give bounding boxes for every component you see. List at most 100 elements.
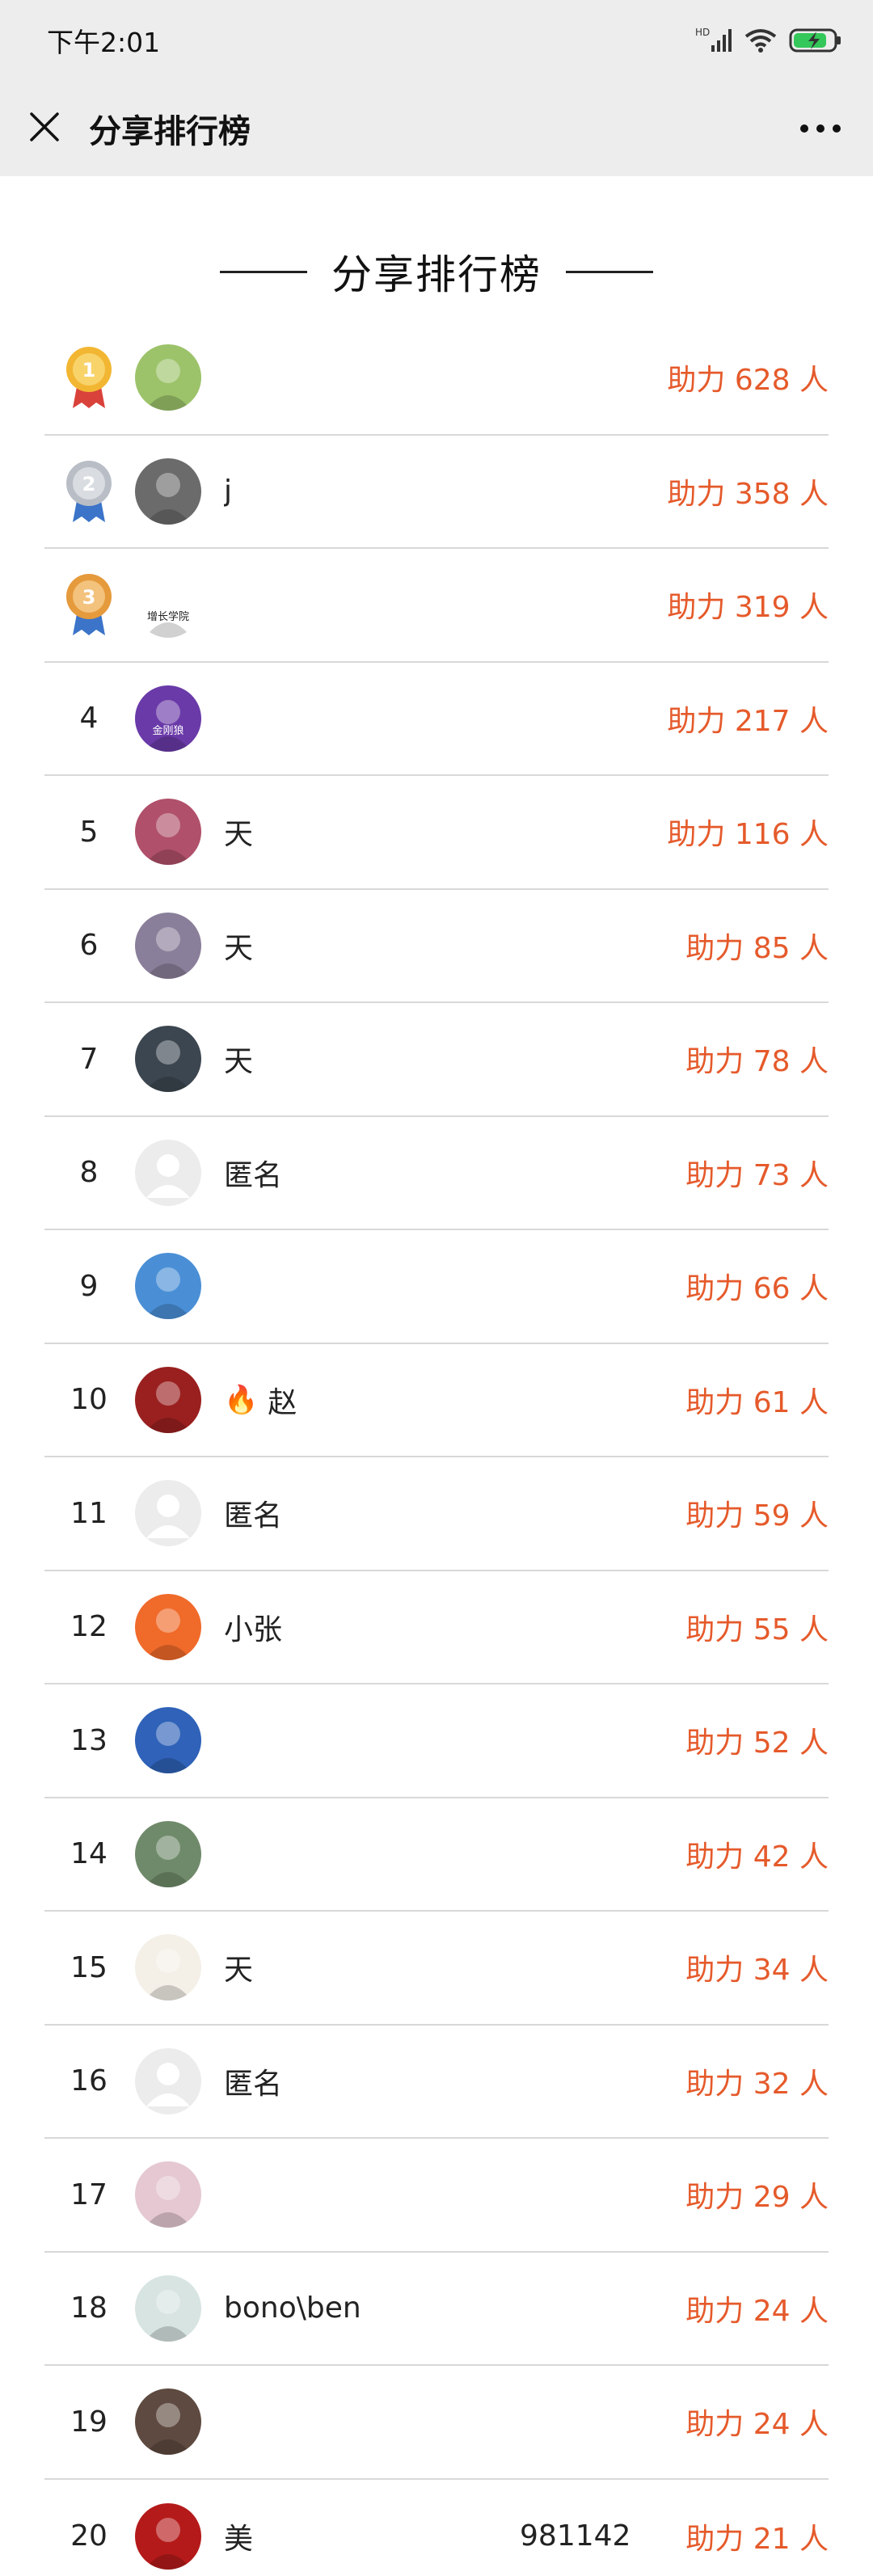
user-name-suffix: 981142 (520, 2519, 631, 2553)
help-count: 助力 42 人 (685, 1840, 829, 1874)
rank-number: 13 (44, 1724, 133, 1757)
rank-number: 14 (44, 1837, 133, 1870)
avatar (135, 2502, 201, 2570)
rank-number-text: 17 (70, 2178, 108, 2211)
svg-text:1: 1 (82, 359, 96, 382)
rank-number: 4 (44, 702, 133, 735)
rank-number: 15 (44, 1951, 133, 1984)
status-bar: 下午2:01 HD (0, 0, 873, 81)
heading-divider-right (566, 270, 653, 273)
rank-row[interactable]: 13 助力 52 人 (44, 1684, 829, 1798)
rank-number: 5 (44, 816, 133, 849)
page-title: 分享排行榜 (331, 251, 542, 298)
user-name-text: 天 (224, 1045, 254, 1079)
rank-row[interactable]: 19 助力 24 人 (44, 2366, 829, 2480)
avatar (135, 1934, 201, 2001)
rank-row[interactable]: 4 金刚狼 助力 217 人 (44, 663, 829, 776)
rank-number-text: 16 (70, 2064, 108, 2098)
help-count: 助力 32 人 (685, 2067, 829, 2101)
help-count: 助力 34 人 (685, 1954, 829, 1988)
user-name: 小张 (224, 1606, 685, 1648)
more-icon (799, 121, 841, 137)
more-button[interactable] (768, 81, 873, 176)
rank-row[interactable]: 9 助力 66 人 (44, 1230, 829, 1344)
rank-row[interactable]: 12 小张 助力 55 人 (44, 1571, 829, 1684)
rank-row[interactable]: 2 j 助力 358 人 (44, 436, 829, 549)
help-count: 助力 55 人 (685, 1613, 829, 1646)
page-heading: 分享排行榜 (0, 242, 873, 301)
close-button[interactable] (0, 81, 89, 176)
rank-number-text: 19 (70, 2405, 108, 2439)
help-count: 助力 24 人 (685, 2294, 829, 2328)
rank-number: 18 (44, 2291, 133, 2325)
nav-bar: 分享排行榜 (0, 81, 873, 176)
close-icon (28, 111, 61, 146)
user-name-text: j (224, 474, 233, 508)
gold-medal-icon: 1 (44, 345, 133, 410)
svg-text:3: 3 (82, 586, 96, 609)
help-count: 助力 116 人 (667, 818, 829, 852)
user-name-text: 匿名 (224, 1499, 283, 1533)
rank-number-text: 7 (79, 1042, 99, 1076)
user-name-text: 匿名 (224, 1158, 283, 1192)
help-count: 助力 21 人 (685, 2522, 829, 2556)
rank-number-text: 14 (70, 1837, 108, 1871)
avatar (135, 1139, 201, 1206)
help-count: 助力 24 人 (685, 2408, 829, 2442)
rank-row[interactable]: 17 助力 29 人 (44, 2139, 829, 2253)
rank-row[interactable]: 5 天 助力 116 人 (44, 776, 829, 890)
avatar (135, 1026, 201, 1093)
user-name-text: 天 (224, 818, 254, 852)
help-count: 助力 85 人 (685, 931, 829, 965)
rank-number: 20 (44, 2519, 133, 2553)
battery-charging-icon (789, 27, 842, 53)
rank-number-text: 13 (70, 1723, 108, 1757)
rank-number-text: 18 (70, 2291, 108, 2325)
rank-row[interactable]: 7 天 助力 78 人 (44, 1003, 829, 1117)
avatar (135, 1480, 201, 1547)
rank-number-text: 5 (79, 815, 99, 849)
ranking-list: 1 助力 628 人 2 j 助力 358 人 3 增长学院 助力 319 人 4 金刚狼 助力 2… (44, 322, 829, 2576)
rank-number-text: 12 (70, 1610, 108, 1644)
silver-medal-icon: 2 (44, 459, 133, 524)
rank-row[interactable]: 18 bono\ben 助力 24 人 (44, 2253, 829, 2366)
avatar (135, 1366, 201, 1433)
user-name: 🔥 赵 (224, 1379, 685, 1421)
rank-number: 8 (44, 1156, 133, 1189)
rank-row[interactable]: 10 🔥 赵助力 61 人 (44, 1344, 829, 1457)
user-name: 美 981142 (224, 2515, 685, 2557)
rank-number: 9 (44, 1270, 133, 1303)
svg-text:金刚狼: 金刚狼 (152, 724, 183, 737)
status-icons: HD (695, 26, 842, 55)
help-count: 助力 52 人 (685, 1726, 829, 1760)
help-count: 助力 628 人 (667, 364, 829, 398)
avatar (135, 1707, 201, 1774)
avatar (135, 912, 201, 979)
rank-number-text: 8 (79, 1156, 99, 1190)
rank-row[interactable]: 11 匿名 助力 59 人 (44, 1457, 829, 1571)
rank-row[interactable]: 8 匿名 助力 73 人 (44, 1117, 829, 1230)
avatar (135, 2388, 201, 2456)
avatar (135, 1253, 201, 1320)
user-name-text: 天 (224, 931, 254, 965)
help-count: 助力 217 人 (667, 704, 829, 738)
help-count: 助力 59 人 (685, 1499, 829, 1533)
user-name: 匿名 (224, 2060, 685, 2102)
avatar (135, 2047, 201, 2114)
user-name-text: 匿名 (224, 2067, 283, 2101)
rank-row[interactable]: 6 天 助力 85 人 (44, 890, 829, 1003)
rank-number: 10 (44, 1383, 133, 1416)
user-name: 天 (224, 811, 667, 853)
rank-row[interactable]: 1 助力 628 人 (44, 322, 829, 436)
user-name-text: 天 (224, 1954, 254, 1988)
rank-row[interactable]: 3 增长学院 助力 319 人 (44, 549, 829, 663)
svg-text:增长学院: 增长学院 (147, 610, 189, 623)
rank-row[interactable]: 14 助力 42 人 (44, 1798, 829, 1912)
rank-row[interactable]: 16 匿名 助力 32 人 (44, 2026, 829, 2139)
help-count: 助力 29 人 (685, 2181, 829, 2215)
rank-row[interactable]: 20 美 981142 助力 21 人 (44, 2480, 829, 2576)
rank-row[interactable]: 15 天 助力 34 人 (44, 1912, 829, 2026)
bronze-medal-icon: 3 (44, 572, 133, 637)
status-time: 下午2:01 (47, 27, 161, 58)
rank-number-text: 20 (70, 2519, 108, 2553)
